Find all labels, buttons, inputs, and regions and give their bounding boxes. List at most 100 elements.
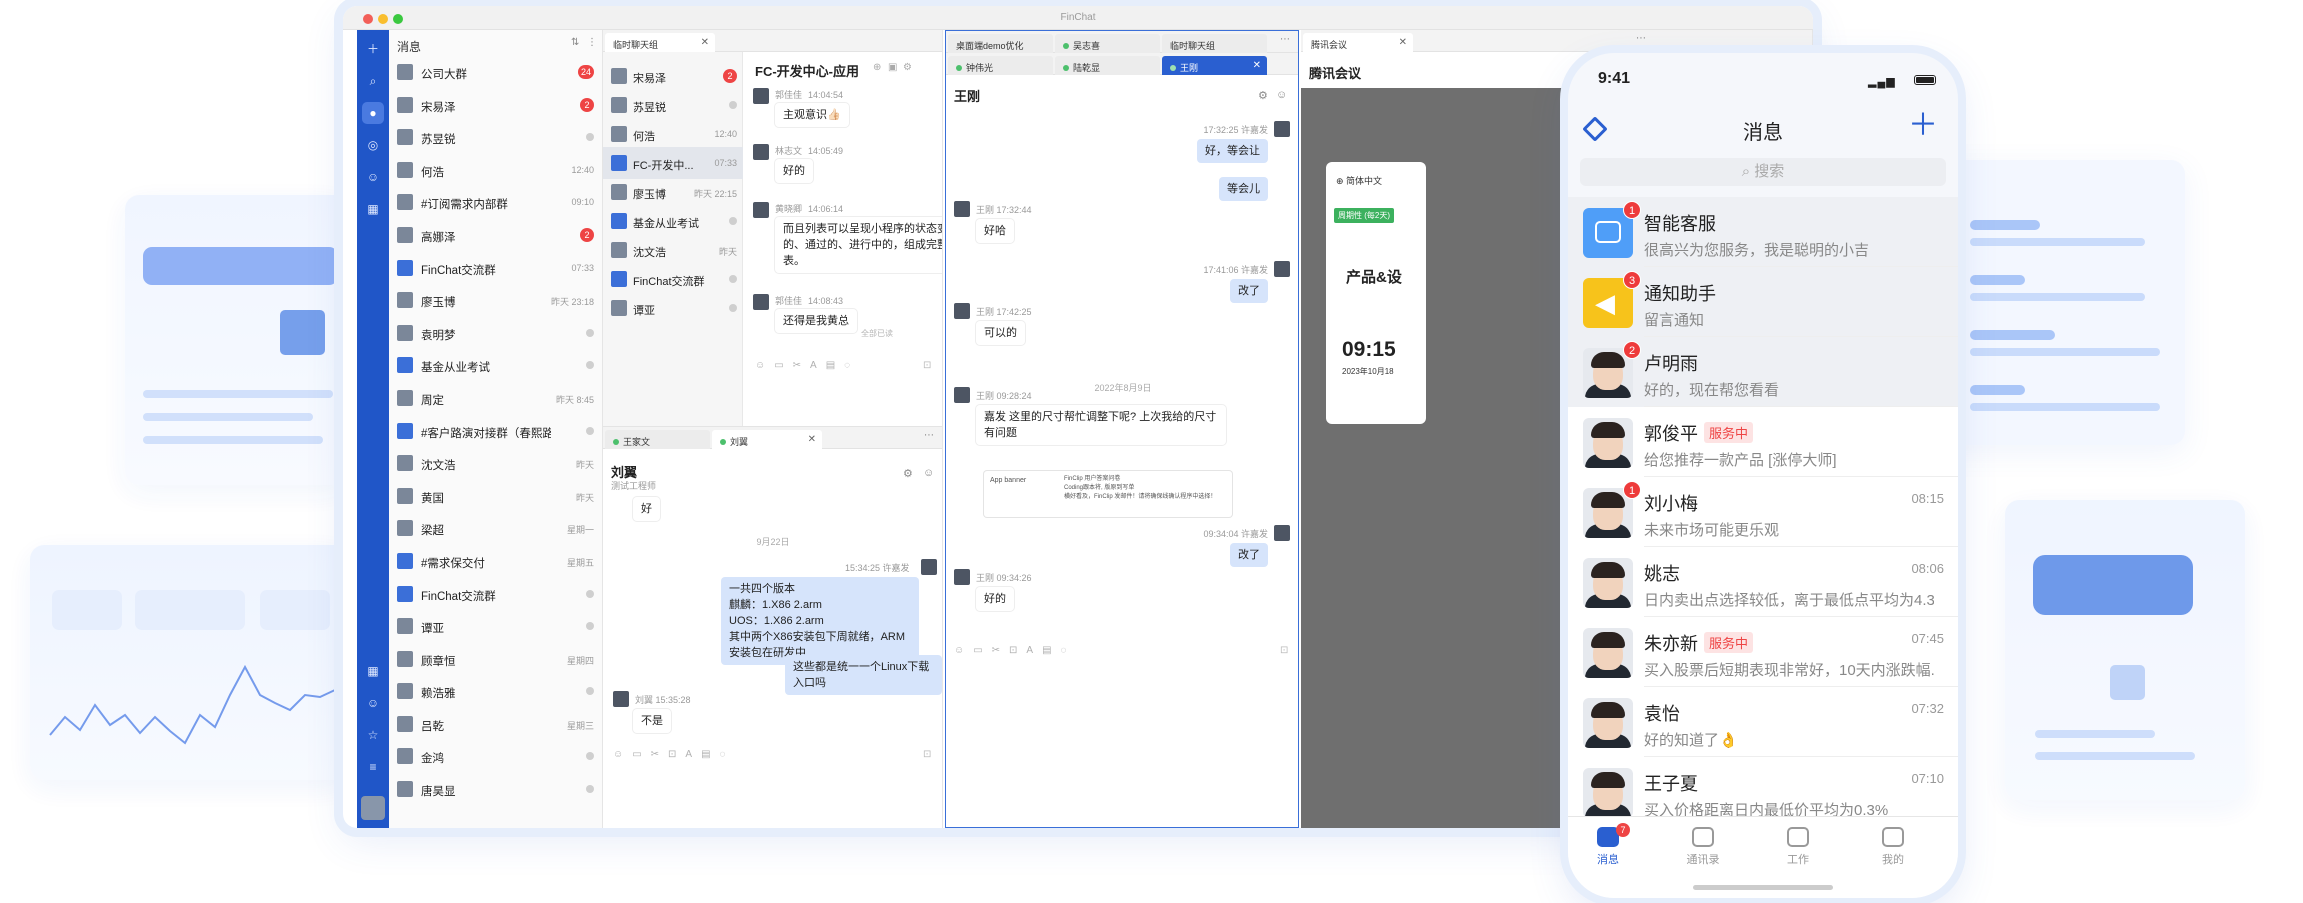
close-tab-icon[interactable]: ✕ [701,37,709,48]
temp-chat-expand-icon[interactable]: ⊡ [923,360,931,371]
conversation-item[interactable]: 谭亚 [389,610,602,643]
temp-chat-toolbar[interactable]: ☺▭✂A▤◌ [755,360,859,371]
tab-temp-group[interactable]: 临时聊天组 [1162,34,1267,53]
conversation-item[interactable]: #客户路演对接群（春熙路... [389,415,602,448]
read-note: 全部已读 [861,329,893,338]
star-icon[interactable]: ☆ [362,724,384,746]
tab-work[interactable]: 工作 [1768,827,1828,867]
temp-chat-item[interactable]: 谭亚 [603,292,743,324]
temp-chat-item[interactable]: FC-开发中... 07:33 [603,147,743,179]
conversation-item[interactable]: 宋易泽 2 [389,89,602,122]
contact-name-text: 王子夏 [1644,774,1698,794]
message-bubble-me: 一共四个版本 麒麟：1.X86 2.arm UOS：1.X86 2.arm 其中… [721,577,919,665]
conversation-item[interactable]: FinChat交流群 [389,578,602,611]
wanggang-chat-toolbar[interactable]: ☺▭✂⊡A▤◌ [954,645,1075,656]
temp-chat-item[interactable]: 沈文浩 昨天 [603,234,743,266]
unread-badge: 2 [1623,341,1641,359]
conversation-item[interactable]: #需求保交付 星期五 [389,545,602,578]
conversation-item[interactable]: 黄国 昨天 [389,480,602,513]
avatar [397,357,413,374]
search-input[interactable]: ⌕ 搜索 [1580,158,1946,186]
settings-icon[interactable]: ⚙ [1258,89,1268,102]
profile-icon[interactable]: ☺ [923,467,934,479]
temp-chat-item[interactable]: 廖玉博 昨天 22:15 [603,176,743,208]
tab-wuzhixi[interactable]: 吴志喜 [1055,34,1160,53]
settings-icon[interactable]: ⚙ [903,467,913,480]
chat-info-icon[interactable]: ▣ [888,62,897,73]
subscription-icon[interactable]: ◎ [362,134,384,156]
liuyi-chat-toolbar[interactable]: ☺▭✂⊡A▤◌ [613,749,734,760]
phone-message-item[interactable]: 袁怡 好的知道了👌 07:32 [1568,687,1958,757]
close-tab-icon[interactable]: ✕ [1399,37,1407,48]
temp-chat-item[interactable]: 苏昱锐 [603,89,743,121]
conversation-item[interactable]: 吕乾 星期三 [389,708,602,741]
phone-message-item[interactable]: ◀ 通知助手 留言通知 3 [1568,267,1958,337]
grid-icon[interactable]: ▦ [362,660,384,682]
user-avatar[interactable] [361,796,385,820]
conversation-item[interactable]: 苏昱锐 [389,121,602,154]
chat-icon[interactable]: ● [362,102,384,124]
temp-chat-item[interactable]: FinChat交流群 [603,263,743,295]
conversation-item[interactable]: 袁明梦 [389,317,602,350]
conversation-item[interactable]: 赖浩雅 [389,675,602,708]
attachment-card[interactable]: App banner FinClip 用户答案问卷 Coding跟本将, 版原到… [984,471,1232,517]
phone-message-item[interactable]: 卢明雨 好的，现在帮您看看 2 [1568,337,1958,407]
temp-chat-item[interactable]: 何浩 12:40 [603,118,743,150]
tab-me[interactable]: 我的 [1863,827,1923,867]
liuyi-chat-expand-icon[interactable]: ⊡ [923,749,931,760]
conversation-item[interactable]: 沈文浩 昨天 [389,447,602,480]
wanggang-expand-icon[interactable]: ⊡ [1280,645,1288,656]
tab-wanggang[interactable]: 王刚 ✕ [1162,56,1267,75]
contacts-icon[interactable]: ☺ [362,166,384,188]
more-icon[interactable]: ⋮ [587,37,597,48]
phone-message-item[interactable]: 智能客服 很高兴为您服务，我是聪明的小吉 1 [1568,197,1958,267]
chat-member-icon[interactable]: ⊕ [873,62,881,73]
conversation-name: 梁超 [421,525,444,538]
tab-luqianxian[interactable]: 陆乾显 [1055,56,1160,75]
tab-wangjiawen[interactable]: 王家文 [605,430,710,449]
phone-message-item[interactable]: 姚志 日内卖出点选择较低，离于最低点平均为4.3... 08:06 [1568,547,1958,617]
tabbar-more-icon[interactable]: ⋯ [1636,33,1646,44]
conversation-item[interactable]: 基金从业考试 [389,349,602,382]
tabbar-more-icon[interactable]: ⋯ [1280,34,1290,45]
tab-liuyi[interactable]: 刘翼 ✕ [712,430,822,449]
phone-message-item[interactable]: 郭俊平 服务中 给您推荐一款产品 [涨停大师] [1568,407,1958,477]
conversation-item[interactable]: 廖玉博 昨天 23:18 [389,284,602,317]
person-icon[interactable]: ☺ [362,692,384,714]
sort-icon[interactable]: ⇅ [571,37,579,48]
conversation-item[interactable]: 周定 昨天 8:45 [389,382,602,415]
conversation-item[interactable]: FinChat交流群 07:33 [389,252,602,285]
tab-messages[interactable]: 消息 7 [1578,823,1638,867]
conversation-item[interactable]: 梁超 星期一 [389,512,602,545]
tab-meeting[interactable]: 腾讯会议 ✕ [1303,33,1413,52]
chat-settings-icon[interactable]: ⚙ [903,62,912,73]
plus-icon[interactable]: ＋ [362,38,384,60]
profile-icon[interactable]: ☺ [1276,89,1287,101]
message-meta: 林志文 14:05:49 [775,144,843,157]
menu-icon[interactable]: ≡ [362,756,384,778]
tab-zhongweiguang[interactable]: 钟伟光 [948,56,1053,75]
conversation-item[interactable]: 公司大群 24 [389,56,602,89]
conversation-item[interactable]: 唐昊显 [389,773,602,806]
temp-chat-item[interactable]: 宋易泽 2 [603,60,743,92]
phone-message-item[interactable]: 朱亦新 服务中 买入股票后短期表现非常好，10天内涨跌幅... 07:45 [1568,617,1958,687]
conversation-item[interactable]: #订阅需求内部群 09:10 [389,186,602,219]
add-icon[interactable]: ＋ [1908,111,1938,141]
tab-desktop-demo[interactable]: 桌面端demo优化 [948,34,1053,53]
phone-message-item[interactable]: 刘小梅 未来市场可能更乐观 08:15 1 [1568,477,1958,547]
language-select[interactable]: ⊕ 简体中文 [1336,174,1382,187]
close-tab-icon[interactable]: ✕ [1253,60,1261,71]
temp-chat-item[interactable]: 基金从业考试 [603,205,743,237]
conversation-item[interactable]: 何浩 12:40 [389,154,602,187]
conversation-item[interactable]: 顾章恒 星期四 [389,643,602,676]
conversation-item[interactable]: 高娜泽 2 [389,219,602,252]
tabbar-more-icon[interactable]: ⋯ [924,430,934,441]
conversation-item[interactable]: 金鸿 [389,740,602,773]
search-icon[interactable]: ⌕ [362,70,384,92]
message-meta: 黄晓卿 14:06:14 [775,202,843,215]
tab-temp-chat[interactable]: 临时聊天组 ✕ [605,33,715,52]
attachment-text: FinClip 用户答案问卷 Coding跟本将, 版原到写单 横好看及，Fin… [1064,476,1217,500]
tab-contacts[interactable]: 通讯录 [1673,827,1733,867]
close-tab-icon[interactable]: ✕ [808,434,816,445]
apps-icon[interactable]: ▦ [362,198,384,220]
